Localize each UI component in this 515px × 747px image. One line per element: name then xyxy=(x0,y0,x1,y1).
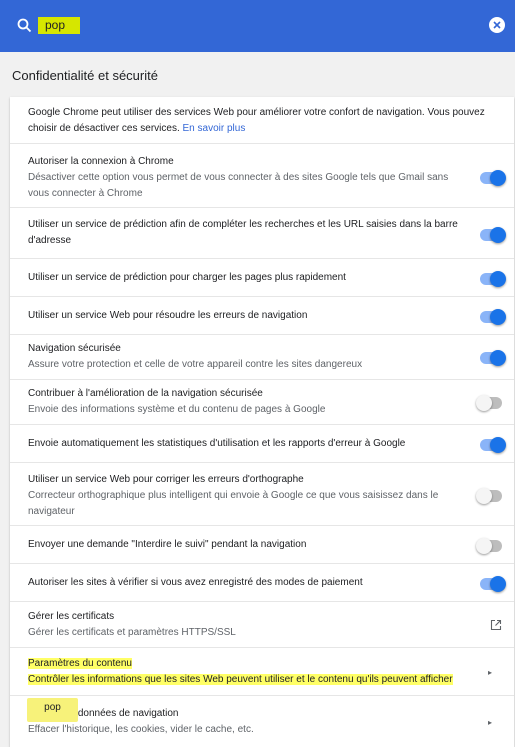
setting-description: Assure votre protection et celle de votr… xyxy=(28,359,363,370)
search-toolbar: pop xyxy=(0,0,515,52)
toggle-switch[interactable] xyxy=(480,350,506,366)
toggle-switch[interactable] xyxy=(480,227,506,243)
setting-row[interactable]: Navigation sécurisée Assure votre protec… xyxy=(10,335,514,380)
toggle-switch[interactable] xyxy=(480,437,506,453)
setting-description: Contrôler les informations que les sites… xyxy=(28,674,453,685)
setting-row[interactable]: Utiliser un service Web pour corriger le… xyxy=(10,463,514,526)
search-match-bubble: pop xyxy=(27,698,78,722)
intro-text: Google Chrome peut utiliser des services… xyxy=(28,107,485,134)
setting-row[interactable]: Envoyer une demande "Interdire le suivi"… xyxy=(10,526,514,564)
setting-label: Utiliser un service Web pour résoudre le… xyxy=(28,310,308,321)
setting-label: Utiliser un service Web pour corriger le… xyxy=(28,474,304,485)
setting-label: Utiliser un service de prédiction afin d… xyxy=(28,219,458,246)
setting-label: Effacer les données de navigation xyxy=(28,708,179,719)
setting-description: Envoie des informations système et du co… xyxy=(28,404,326,415)
intro-row: Google Chrome peut utiliser des services… xyxy=(10,97,514,144)
learn-more-link[interactable]: En savoir plus xyxy=(183,123,246,134)
privacy-card: Google Chrome peut utiliser des services… xyxy=(10,97,514,747)
setting-description: Effacer l'historique, les cookies, vider… xyxy=(28,724,254,735)
setting-row[interactable]: Utiliser un service de prédiction pour c… xyxy=(10,259,514,297)
setting-label: Autoriser la connexion à Chrome xyxy=(28,156,174,167)
clear-search-button[interactable] xyxy=(489,17,505,33)
setting-label: Gérer les certificats xyxy=(28,611,115,622)
setting-row[interactable]: Autoriser les sites à vérifier si vous a… xyxy=(10,564,514,602)
setting-label: Navigation sécurisée xyxy=(28,343,121,354)
search-input[interactable]: pop xyxy=(38,17,80,34)
setting-row[interactable]: Utiliser un service de prédiction afin d… xyxy=(10,208,514,259)
close-icon xyxy=(493,21,501,29)
setting-label: Envoyer une demande "Interdire le suivi"… xyxy=(28,539,307,550)
open-external-icon xyxy=(490,619,502,631)
setting-row[interactable]: Autoriser la connexion à Chrome Désactiv… xyxy=(10,144,514,208)
chevron-right-icon: ▸ xyxy=(488,668,493,677)
manage-certificates-row[interactable]: Gérer les certificats Gérer les certific… xyxy=(10,602,514,648)
setting-row[interactable]: Contribuer à l'amélioration de la naviga… xyxy=(10,380,514,425)
toggle-switch[interactable] xyxy=(480,309,506,325)
search-icon xyxy=(17,18,32,33)
section-title: Confidentialité et sécurité xyxy=(12,68,158,83)
setting-description: Désactiver cette option vous permet de v… xyxy=(28,172,449,199)
setting-label: Envoie automatiquement les statistiques … xyxy=(28,438,406,449)
setting-description: Gérer les certificats et paramètres HTTP… xyxy=(28,627,236,638)
setting-label: Paramètres du contenu xyxy=(28,658,132,669)
toggle-switch[interactable] xyxy=(476,395,502,411)
setting-row[interactable]: Envoie automatiquement les statistiques … xyxy=(10,425,514,463)
setting-label: Autoriser les sites à vérifier si vous a… xyxy=(28,577,363,588)
clear-browsing-data-row[interactable]: Effacer les données de navigation Efface… xyxy=(10,696,514,747)
setting-row[interactable]: Utiliser un service Web pour résoudre le… xyxy=(10,297,514,335)
toggle-switch[interactable] xyxy=(476,538,502,554)
setting-label: Contribuer à l'amélioration de la naviga… xyxy=(28,388,263,399)
toggle-switch[interactable] xyxy=(480,271,506,287)
content-settings-row[interactable]: Paramètres du contenu Contrôler les info… xyxy=(10,648,514,696)
setting-label: Utiliser un service de prédiction pour c… xyxy=(28,272,346,283)
toggle-switch[interactable] xyxy=(476,488,502,504)
setting-description: Correcteur orthographique plus intellige… xyxy=(28,490,439,517)
toggle-switch[interactable] xyxy=(480,170,506,186)
chevron-right-icon: ▸ xyxy=(488,718,493,727)
toggle-switch[interactable] xyxy=(480,576,506,592)
